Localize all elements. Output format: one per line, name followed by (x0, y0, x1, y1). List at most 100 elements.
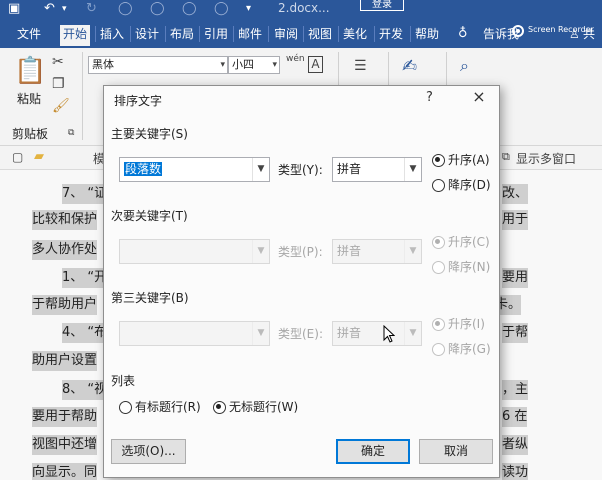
document-line-fragment: 于帮 (502, 323, 529, 343)
undo-icon[interactable]: ↶ (44, 1, 55, 17)
document-line: 比较和保护 (32, 210, 98, 230)
tab-references[interactable]: 引用 (201, 25, 231, 48)
clipboard-group-label: 剪贴板 (12, 127, 49, 141)
no-header-row-radio[interactable]: 无标题行(W) (213, 400, 298, 414)
paste-button-label[interactable]: 粘贴 (17, 90, 41, 107)
document-line-fragment: 者纵 (502, 435, 529, 455)
qat-icon[interactable]: ◯ (150, 1, 165, 17)
phonetic-guide-icon[interactable]: wén (286, 54, 305, 64)
tertiary-type-value: 拼音 (337, 326, 362, 340)
primary-descending-radio[interactable]: 降序(D) (432, 178, 491, 192)
tab-view[interactable]: 视图 (305, 25, 335, 48)
share-button[interactable]: 共 (580, 25, 598, 48)
document-filename: 2.docx... (278, 1, 330, 15)
primary-type-select[interactable]: 拼音 ▼ (332, 157, 422, 182)
tertiary-descending-radio[interactable]: 降序(G) (432, 342, 491, 356)
document-line-fragment: 用于 (502, 210, 529, 230)
list-section-label: 列表 (111, 374, 136, 388)
document-line: 于帮助用户 (32, 295, 98, 315)
title-bar: ▣ ↶ ▾ ↻ ◯ ◯ ◯ ◯ ▾ 2.docx... 登录 (0, 0, 602, 18)
sort-text-dialog: 排序文字 ? × 主要关键字(S) 段落数 ▼ 类型(Y): 拼音 ▼ 升序(A… (103, 85, 500, 478)
redo-icon[interactable]: ↻ (86, 1, 97, 17)
primary-key-field-select[interactable]: 段落数 ▼ (119, 157, 270, 182)
options-button[interactable]: 选项(O)... (111, 439, 186, 464)
document-line-fragment: 6 在 (502, 407, 528, 427)
secondary-ascending-radio[interactable]: 升序(C) (432, 235, 490, 249)
record-icon (512, 25, 524, 37)
header-row-radio[interactable]: 有标题行(R) (119, 400, 201, 414)
show-multi-window-button[interactable]: 显示多窗口 (516, 150, 576, 167)
chevron-down-icon[interactable]: ▼ (404, 322, 421, 345)
secondary-type-label: 类型(P): (278, 245, 323, 259)
font-name-box[interactable]: 黑体 ▾ (88, 56, 228, 74)
chevron-down-icon[interactable]: ▼ (404, 158, 421, 181)
tab-home[interactable]: 开始 (60, 25, 91, 48)
find-icon[interactable]: ⌕ (460, 56, 469, 76)
document-line: 4、 “布 (62, 323, 108, 343)
multi-window-icon[interactable]: ⧉ (502, 150, 510, 164)
document-line: 8、 “视 (62, 380, 108, 400)
chevron-down-icon[interactable]: ▼ (252, 240, 269, 263)
tab-file[interactable]: 文件 (14, 25, 44, 48)
paste-icon[interactable]: 📋 (14, 56, 46, 88)
primary-ascending-radio[interactable]: 升序(A) (432, 153, 490, 167)
tab-developer[interactable]: 开发 (376, 25, 406, 48)
document-line-fragment: ，主 (502, 380, 529, 400)
tab-review[interactable]: 审阅 (271, 25, 301, 48)
cut-icon[interactable]: ✂ (52, 54, 64, 70)
qat-icon[interactable]: ◯ (182, 1, 197, 17)
chevron-down-icon[interactable]: ▼ (404, 240, 421, 263)
chevron-down-icon[interactable]: ▼ (252, 158, 269, 181)
copy-icon[interactable]: ❐ (52, 76, 65, 92)
open-folder-icon[interactable]: ▰ (34, 149, 44, 164)
secondary-key-field-select[interactable]: ▼ (119, 239, 270, 264)
tab-design[interactable]: 设计 (132, 25, 162, 48)
primary-type-label: 类型(Y): (278, 163, 323, 177)
lightbulb-icon[interactable]: ♁ (455, 25, 471, 48)
tab-layout[interactable]: 布局 (167, 25, 197, 48)
mouse-pointer-icon (383, 325, 395, 343)
tertiary-type-label: 类型(E): (278, 327, 323, 341)
document-line-fragment: 读功 (502, 463, 529, 480)
document-line: 视图中还增 (32, 435, 98, 455)
tertiary-type-select[interactable]: 拼音 ▼ (332, 321, 422, 346)
help-button[interactable]: ? (426, 90, 440, 106)
tertiary-ascending-radio[interactable]: 升序(I) (432, 317, 485, 331)
document-line-fragment: 要用 (502, 268, 529, 288)
close-button[interactable]: × (470, 89, 488, 107)
document-line: 7、 “证 (62, 184, 108, 204)
new-document-icon[interactable]: ▢ (12, 150, 23, 164)
document-line-fragment: 改、 (502, 184, 529, 204)
tab-mailings[interactable]: 邮件 (235, 25, 265, 48)
document-line: 1、 “开 (62, 268, 108, 288)
document-line: 多人协作处 (32, 240, 98, 260)
character-border-icon[interactable]: A (308, 56, 323, 73)
tertiary-key-field-select[interactable]: ▼ (119, 321, 270, 346)
chevron-down-icon[interactable]: ▼ (252, 322, 269, 345)
login-button[interactable]: 登录 (360, 0, 404, 11)
ribbon-tab-bar: 文件 开始 插入 设计 布局 引用 邮件 审阅 视图 美化 开发 帮助 ♁ 告诉… (0, 18, 602, 48)
ok-button[interactable]: 确定 (336, 439, 410, 464)
document-line: 向显示。同 (32, 463, 98, 480)
secondary-type-value: 拼音 (337, 244, 362, 258)
format-painter-icon[interactable]: 🖌 (52, 98, 70, 114)
qat-icon[interactable]: ◯ (118, 1, 133, 17)
qat-icon[interactable]: ◯ (214, 1, 229, 17)
secondary-descending-radio[interactable]: 降序(N) (432, 260, 490, 274)
dialog-launcher-icon[interactable]: ⧉ (68, 128, 74, 138)
primary-key-label: 主要关键字(S) (111, 127, 188, 141)
save-icon[interactable]: ▣ (8, 1, 20, 17)
tab-beautify[interactable]: 美化 (340, 25, 370, 48)
styles-icon[interactable]: ✍ (402, 56, 417, 77)
font-size-box[interactable]: 小四 ▾ (228, 56, 280, 74)
secondary-type-select[interactable]: 拼音 ▼ (332, 239, 422, 264)
document-line: 要用于帮助 (32, 407, 98, 427)
tab-help[interactable]: 帮助 (412, 25, 442, 48)
tab-insert[interactable]: 插入 (97, 25, 127, 48)
qat-customize-icon[interactable]: ▾ (246, 1, 251, 17)
tertiary-key-label: 第三关键字(B) (111, 291, 189, 305)
undo-dropdown-icon[interactable]: ▾ (62, 1, 67, 17)
paragraph-align-icon[interactable]: ☰ (354, 58, 367, 74)
cancel-button[interactable]: 取消 (419, 439, 493, 464)
secondary-key-label: 次要关键字(T) (111, 209, 188, 223)
